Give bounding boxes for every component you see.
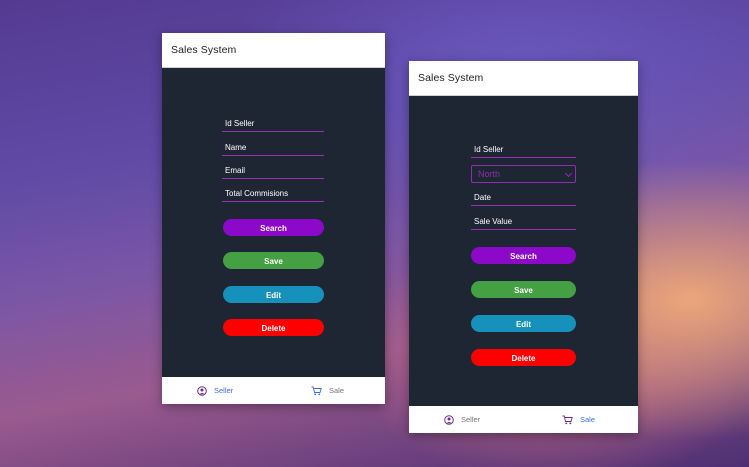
app-header: Sales System xyxy=(409,61,638,96)
save-button[interactable]: Save xyxy=(223,252,324,269)
id-seller-field[interactable]: Id Seller xyxy=(222,117,324,132)
cart-icon xyxy=(311,386,322,395)
tab-seller[interactable]: Seller xyxy=(444,406,480,433)
tab-seller-label: Seller xyxy=(461,415,481,424)
edit-button[interactable]: Edit xyxy=(223,286,324,303)
sale-value-field[interactable]: Sale Value xyxy=(471,215,576,230)
name-field[interactable]: Name xyxy=(222,141,324,156)
delete-button[interactable]: Delete xyxy=(223,319,324,336)
search-button[interactable]: Search xyxy=(223,219,324,236)
region-select-value: North xyxy=(478,169,501,179)
date-field[interactable]: Date xyxy=(471,191,576,206)
total-commisions-field[interactable]: Total Commisions xyxy=(222,187,324,202)
tab-sale-label: Sale xyxy=(580,415,596,424)
tab-seller[interactable]: Seller xyxy=(197,377,233,404)
id-seller-field[interactable]: Id Seller xyxy=(471,143,576,158)
seller-screen: Sales System Id Seller Name Email Total … xyxy=(162,33,385,404)
tab-sale[interactable]: Sale xyxy=(562,406,595,433)
region-select[interactable]: North xyxy=(471,165,576,183)
delete-button[interactable]: Delete xyxy=(471,349,576,366)
save-button[interactable]: Save xyxy=(471,281,576,298)
email-field[interactable]: Email xyxy=(222,164,324,179)
app-header: Sales System xyxy=(162,33,385,68)
user-circle-icon xyxy=(444,414,454,425)
chevron-down-icon xyxy=(564,169,573,178)
tab-sale[interactable]: Sale xyxy=(311,377,344,404)
sale-screen: Sales System Id Seller North Date Sale V… xyxy=(409,61,638,433)
edit-button[interactable]: Edit xyxy=(471,315,576,332)
search-button[interactable]: Search xyxy=(471,247,576,264)
app-title: Sales System xyxy=(418,72,484,84)
tab-sale-label: Sale xyxy=(329,386,345,395)
cart-icon xyxy=(562,415,573,424)
app-title: Sales System xyxy=(171,44,237,56)
user-circle-icon xyxy=(197,385,207,396)
tab-seller-label: Seller xyxy=(214,386,234,395)
bottom-tab-bar: Seller Sale xyxy=(409,406,638,433)
bottom-tab-bar: Seller Sale xyxy=(162,377,385,404)
